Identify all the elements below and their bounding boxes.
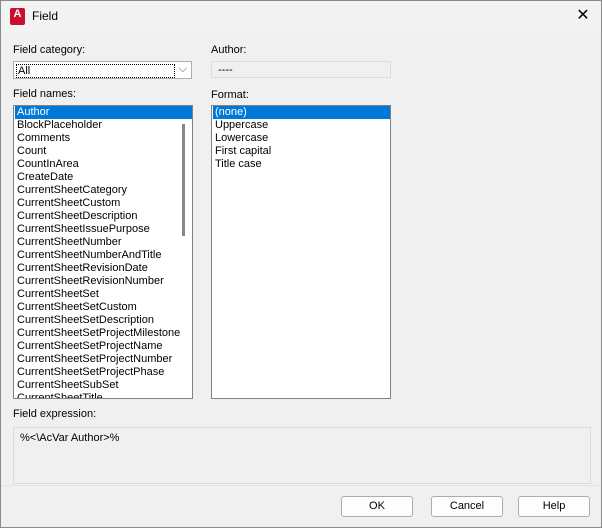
list-item[interactable]: CreateDate — [15, 171, 192, 184]
list-item[interactable]: CurrentSheetIssuePurpose — [15, 223, 192, 236]
field-expression-box[interactable]: %<\AcVar Author>% — [13, 427, 591, 484]
list-item[interactable]: CurrentSheetSetProjectNumber — [15, 353, 192, 366]
list-item[interactable]: CurrentSheetSetProjectMilestone — [15, 327, 192, 340]
author-value: ---- — [211, 61, 391, 78]
list-item[interactable]: CurrentSheetNumber — [15, 236, 192, 249]
help-button[interactable]: Help — [518, 496, 590, 517]
list-item[interactable]: Author — [15, 106, 192, 119]
list-item[interactable]: CurrentSheetSetCustom — [15, 301, 192, 314]
field-category-label: Field category: — [13, 44, 86, 56]
list-item[interactable]: CurrentSheetSetDescription — [15, 314, 192, 327]
close-button[interactable]: ✕ — [573, 6, 593, 26]
list-item[interactable]: Title case — [213, 158, 390, 171]
list-item[interactable]: CurrentSheetSetProjectPhase — [15, 366, 192, 379]
list-item[interactable]: Uppercase — [213, 119, 390, 132]
list-item[interactable]: Comments — [15, 132, 192, 145]
autocad-logo-icon: A — [10, 8, 25, 25]
list-item[interactable]: CurrentSheetNumberAndTitle — [15, 249, 192, 262]
list-item[interactable]: CurrentSheetSetProjectName — [15, 340, 192, 353]
scrollbar[interactable] — [182, 124, 185, 236]
field-category-value: All — [16, 64, 175, 78]
list-item[interactable]: BlockPlaceholder — [15, 119, 192, 132]
list-item[interactable]: Count — [15, 145, 192, 158]
list-item[interactable]: Lowercase — [213, 132, 390, 145]
list-item[interactable]: First capital — [213, 145, 390, 158]
format-label: Format: — [211, 89, 249, 101]
list-item[interactable]: CurrentSheetTitle — [15, 392, 192, 398]
ok-button[interactable]: OK — [341, 496, 413, 517]
list-item[interactable]: CountInArea — [15, 158, 192, 171]
field-names-list[interactable]: Author BlockPlaceholder Comments Count Count… — [13, 105, 193, 399]
list-item[interactable]: (none) — [213, 106, 390, 119]
list-item[interactable]: CurrentSheetDescription — [15, 210, 192, 223]
format-list[interactable]: (none) Uppercase Lowercase First capital Tit… — [211, 105, 391, 399]
dialog-title: Field — [32, 9, 59, 23]
field-category-dropdown[interactable]: All ⌵ — [13, 61, 192, 79]
list-item[interactable]: CurrentSheetRevisionNumber — [15, 275, 192, 288]
list-item[interactable]: CurrentSheetCustom — [15, 197, 192, 210]
divider — [1, 485, 601, 486]
list-item[interactable]: CurrentSheetSubSet — [15, 379, 192, 392]
cancel-button[interactable]: Cancel — [431, 496, 503, 517]
chevron-down-icon: ⌵ — [178, 63, 187, 75]
title-bar: A Field ✕ — [1, 1, 601, 32]
list-item[interactable]: CurrentSheetRevisionDate — [15, 262, 192, 275]
field-dialog: A Field ✕ Field category: All ⌵ Field na… — [0, 0, 602, 528]
list-item[interactable]: CurrentSheetSet — [15, 288, 192, 301]
field-names-label: Field names: — [13, 88, 76, 100]
list-item[interactable]: CurrentSheetCategory — [15, 184, 192, 197]
author-label: Author: — [211, 44, 247, 56]
field-expression-label: Field expression: — [13, 408, 97, 420]
